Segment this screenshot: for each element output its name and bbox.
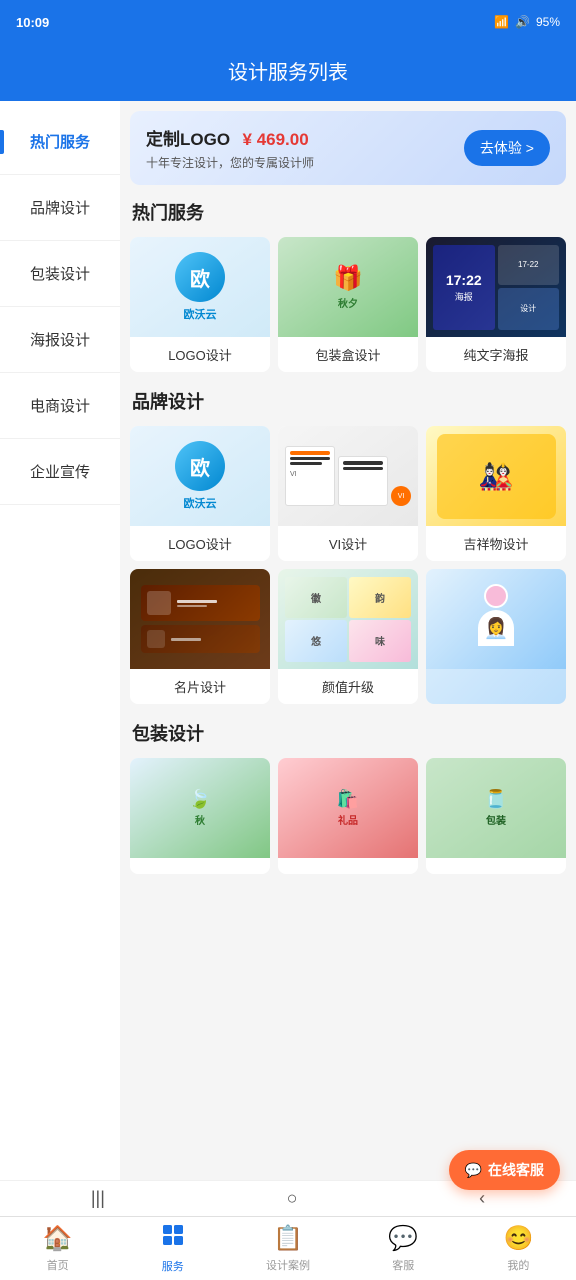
product-card-poster1[interactable]: 17:22 海报 17-22 设计 纯文字海报: [426, 237, 566, 372]
section-title-hot: 热门服务: [132, 199, 566, 225]
product-label-mascot: 吉祥物设计: [426, 526, 566, 561]
product-card-mascot[interactable]: 🎎 吉祥物设计: [426, 426, 566, 561]
mine-icon: 😊: [503, 1224, 533, 1253]
product-card-pkg2[interactable]: 🍃 秋: [130, 758, 270, 874]
product-card-vi[interactable]: VI VI VI设计: [278, 426, 418, 561]
chat-icon: 💬: [465, 1162, 482, 1179]
product-card-advisor[interactable]: 👩‍💼: [426, 569, 566, 704]
nav-item-home[interactable]: 🏠 首页: [0, 1224, 115, 1273]
float-customer-service[interactable]: 💬 在线客服: [449, 1150, 560, 1190]
status-time: 10:09: [16, 15, 49, 30]
page-header: 设计服务列表: [0, 44, 576, 101]
product-card-pkg3[interactable]: 🛍️ 礼品: [278, 758, 418, 874]
product-label-logo2: LOGO设计: [130, 526, 270, 561]
nav-label-home: 首页: [47, 1257, 69, 1273]
product-card-pkg4[interactable]: 🫙 包装: [426, 758, 566, 874]
banner-title: 定制LOGO ¥ 469.00: [146, 125, 314, 150]
nav-item-mine[interactable]: 😊 我的: [461, 1224, 576, 1273]
product-label-pkg4: [426, 858, 566, 874]
product-label-brand: 颜值升级: [278, 669, 418, 704]
sidebar-item-ecommerce[interactable]: 电商设计: [0, 373, 120, 439]
status-bar: 10:09 📶 🔊 95%: [0, 0, 576, 44]
nav-item-cases[interactable]: 📋 设计案例: [230, 1224, 345, 1273]
page-title: 设计服务列表: [228, 62, 348, 84]
banner-cta-button[interactable]: 去体验 >: [464, 130, 550, 166]
product-card-card[interactable]: 名片设计: [130, 569, 270, 704]
status-icons: 📶 🔊 95%: [494, 15, 560, 29]
service-icon: [161, 1223, 185, 1254]
content-area: 定制LOGO ¥ 469.00 十年专注设计，您的专属设计师 去体验 > 热门服…: [120, 101, 576, 1201]
customer-icon: 💬: [388, 1224, 418, 1253]
sidebar-item-corporate[interactable]: 企业宣传: [0, 439, 120, 505]
product-card-pkg1[interactable]: 🎁 秋夕 包装盒设计: [278, 237, 418, 372]
product-label-logo1: LOGO设计: [130, 337, 270, 372]
android-back-icon[interactable]: |||: [91, 1188, 105, 1209]
section-title-package: 包装设计: [132, 720, 566, 746]
sidebar-item-hot[interactable]: 热门服务: [0, 109, 120, 175]
signal-icon: 📶: [494, 15, 509, 29]
nav-item-service[interactable]: 服务: [115, 1223, 230, 1274]
wifi-icon: 🔊: [515, 15, 530, 29]
product-card-brand[interactable]: 徽 韵 悠 味 颜值升级: [278, 569, 418, 704]
nav-label-customer: 客服: [392, 1257, 414, 1273]
nav-label-mine: 我的: [507, 1257, 529, 1273]
android-recent-icon[interactable]: ‹: [479, 1188, 485, 1209]
android-home-icon[interactable]: ○: [287, 1188, 298, 1209]
section-title-brand: 品牌设计: [132, 388, 566, 414]
package-services-grid: 🍃 秋 🛍️ 礼品 🫙: [130, 758, 566, 874]
hot-services-grid: 欧 欧沃云 LOGO设计 🎁 秋夕 包装盒设计: [130, 237, 566, 372]
nav-item-customer[interactable]: 💬 客服: [346, 1224, 461, 1273]
nav-label-cases: 设计案例: [266, 1257, 310, 1273]
home-icon: 🏠: [43, 1224, 73, 1253]
sidebar: 热门服务 品牌设计 包装设计 海报设计 电商设计 企业宣传: [0, 101, 120, 1201]
product-label-card: 名片设计: [130, 669, 270, 704]
sidebar-item-package[interactable]: 包装设计: [0, 241, 120, 307]
product-card-logo2[interactable]: 欧 欧沃云 LOGO设计: [130, 426, 270, 561]
banner-subtitle: 十年专注设计，您的专属设计师: [146, 154, 314, 171]
cases-icon: 📋: [273, 1224, 303, 1253]
product-label-advisor: [426, 669, 566, 685]
bottom-navigation: 🏠 首页 服务 📋 设计案例 💬 客服 😊 我的: [0, 1216, 576, 1280]
product-label-poster1: 纯文字海报: [426, 337, 566, 372]
product-card-logo1[interactable]: 欧 欧沃云 LOGO设计: [130, 237, 270, 372]
nav-label-service: 服务: [162, 1258, 184, 1274]
main-layout: 热门服务 品牌设计 包装设计 海报设计 电商设计 企业宣传 定制LOGO ¥ 4…: [0, 101, 576, 1201]
sidebar-item-poster[interactable]: 海报设计: [0, 307, 120, 373]
sidebar-item-brand[interactable]: 品牌设计: [0, 175, 120, 241]
battery-icon: 95%: [536, 15, 560, 29]
product-label-pkg1: 包装盒设计: [278, 337, 418, 372]
product-label-pkg3: [278, 858, 418, 874]
brand-services-grid: 欧 欧沃云 LOGO设计 VI: [130, 426, 566, 704]
promo-banner[interactable]: 定制LOGO ¥ 469.00 十年专注设计，您的专属设计师 去体验 >: [130, 111, 566, 185]
product-label-vi: VI设计: [278, 526, 418, 561]
product-label-pkg2: [130, 858, 270, 874]
